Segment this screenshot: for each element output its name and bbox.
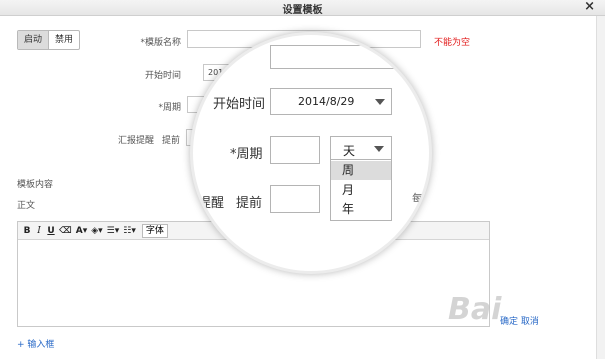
cycle-label: *周期 — [158, 103, 181, 113]
dialog-titlebar: 设置模板 × — [0, 0, 605, 16]
mag-name-input — [270, 45, 420, 69]
template-name-label: *模版名称 — [140, 38, 181, 48]
mag-ahead-label: 提前 — [236, 196, 263, 211]
font-select[interactable]: 字体 — [141, 223, 168, 238]
body-label: 正文 — [17, 201, 36, 211]
unit-dropdown-list[interactable]: 周 月 年 — [330, 159, 392, 221]
mag-unit-select[interactable]: 天 — [330, 136, 392, 160]
disable-button[interactable]: 禁用 — [49, 31, 79, 49]
content-label: 模板内容 — [17, 180, 54, 190]
name-error: 不能为空 — [434, 38, 471, 48]
watermark: Bai — [448, 292, 502, 327]
enable-button[interactable]: 启动 — [18, 31, 50, 49]
chevron-down-icon — [375, 99, 385, 105]
ordered-list-icon[interactable]: ☰▾ — [107, 226, 120, 236]
close-icon[interactable]: × — [584, 0, 595, 14]
mag-start-label: 开始时间 — [213, 97, 266, 112]
add-input-button[interactable]: + 输入框 — [17, 337, 54, 350]
start-time-label: 开始时间 — [144, 71, 181, 81]
confirm-cancel-text[interactable]: 确定 取消 — [500, 314, 539, 327]
dialog-title: 设置模板 — [282, 5, 323, 16]
ahead-label: 提前 — [162, 136, 181, 146]
mag-per-label: 每 — [412, 192, 423, 205]
mag-ahead-input[interactable] — [270, 185, 320, 213]
status-toggle[interactable]: 启动 禁用 — [17, 30, 81, 50]
remind-label: 汇报提醒 — [118, 136, 155, 146]
magnifier-overlay: 开始时间 2014/8/29 *周期 天 周 月 年 提醒 提前 每 — [193, 35, 429, 271]
unit-option-month[interactable]: 月 — [331, 181, 391, 200]
underline-button[interactable]: U — [47, 226, 55, 236]
unordered-list-icon[interactable]: ☷▾ — [123, 226, 136, 236]
mag-unit-value: 天 — [343, 144, 356, 158]
fill-color-icon[interactable]: ◈▾ — [91, 226, 102, 236]
mag-remind-label: 提醒 — [198, 196, 225, 211]
eraser-icon[interactable]: ⌫ — [59, 226, 72, 236]
mag-cycle-input[interactable] — [270, 136, 320, 164]
unit-option-year[interactable]: 年 — [331, 200, 391, 219]
bold-button[interactable]: B — [23, 226, 31, 236]
scrollbar[interactable] — [596, 16, 605, 359]
mag-start-value: 2014/8/29 — [298, 95, 355, 108]
mag-start-select[interactable]: 2014/8/29 — [270, 88, 392, 115]
chevron-down-icon — [374, 146, 384, 152]
font-color-icon[interactable]: A▾ — [76, 226, 87, 236]
mag-cycle-label: *周期 — [230, 147, 263, 162]
italic-button[interactable]: I — [35, 226, 43, 236]
unit-option-week[interactable]: 周 — [331, 161, 391, 180]
